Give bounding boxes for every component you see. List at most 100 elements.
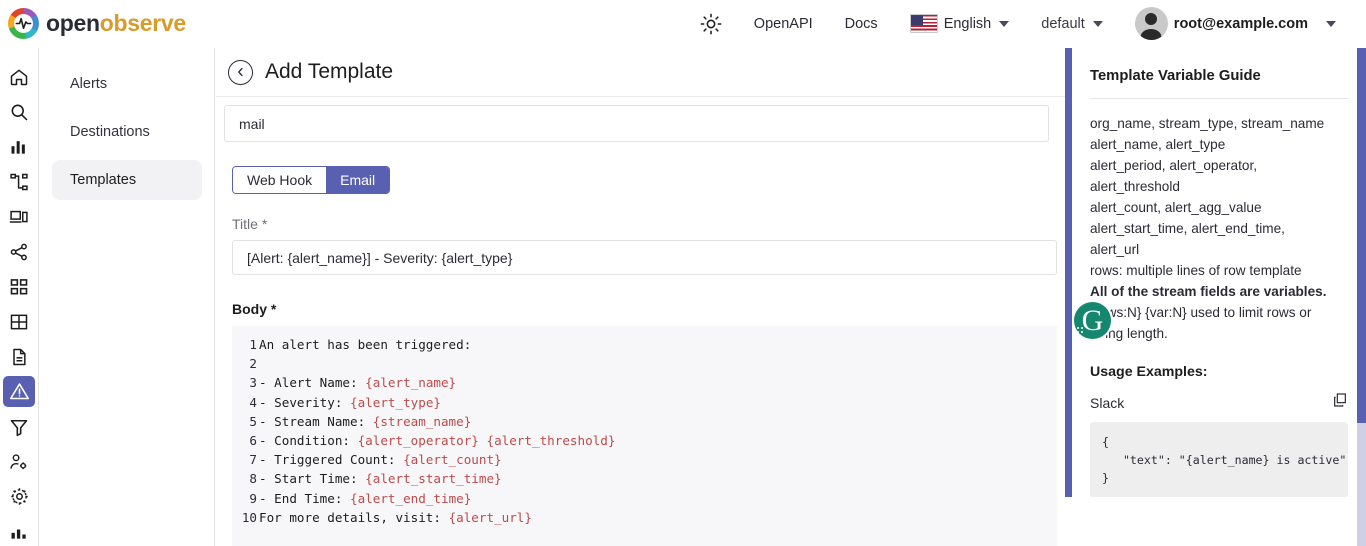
code-line: 7- Triggered Count: {alert_count} — [232, 450, 1057, 469]
guide-line: All of the stream fields are variables. — [1090, 284, 1327, 299]
code-line: 9- End Time: {alert_end_time} — [232, 489, 1057, 508]
theme-toggle-button[interactable] — [684, 0, 738, 48]
code-text: An alert has been triggered: — [259, 337, 472, 352]
guide-line: string length. — [1090, 326, 1168, 341]
openapi-link[interactable]: OpenAPI — [738, 0, 829, 48]
template-form: mail Web Hook Email Title * [Alert: {ale… — [216, 97, 1065, 546]
guide-heading: Template Variable Guide — [1090, 68, 1261, 84]
organization-label: default — [1041, 15, 1085, 32]
code-variable: {alert_operator} — [357, 433, 479, 449]
subnav-item-templates[interactable]: Templates — [52, 160, 202, 200]
scrollbar-thumb[interactable] — [1357, 48, 1366, 423]
copy-icon[interactable] — [1332, 392, 1348, 413]
sidebar-item-search[interactable] — [3, 96, 35, 127]
body-code-editor[interactable]: 1 An alert has been triggered: 2 3- Alert N… — [232, 326, 1057, 546]
users-settings-icon — [10, 453, 27, 469]
code-line-number: 8 — [249, 471, 257, 487]
code-line-number: 4 — [249, 394, 257, 410]
code-line-number: 1 — [249, 337, 257, 352]
code-text: - Condition: — [259, 433, 358, 449]
rum-devices-icon — [9, 210, 28, 223]
back-button[interactable] — [228, 59, 253, 85]
logo-text-observe: observe — [99, 10, 186, 36]
template-type-toggle: Web Hook Email — [232, 166, 391, 194]
sidebar-item-pipelines[interactable] — [3, 166, 35, 197]
alerts-warning-icon — [9, 383, 29, 400]
logs-document-icon — [13, 348, 26, 365]
user-email-label: root@example.com — [1173, 15, 1308, 32]
chevron-left-icon — [237, 67, 243, 77]
guide-line: alert_name, alert_type — [1090, 137, 1226, 152]
code-line: 10 For more details, visit: {alert_url} — [232, 508, 1057, 527]
body-field-label: Body * — [232, 301, 277, 317]
sidebar-item-users[interactable] — [3, 446, 35, 477]
sidebar-item-usage[interactable] — [3, 516, 35, 546]
sidebar-item-functions[interactable] — [3, 411, 35, 442]
app-logo[interactable]: openobserve — [8, 8, 186, 39]
main-content: Add Template mail Web Hook Email Title *… — [216, 48, 1366, 546]
code-text: - Alert Name: — [259, 375, 366, 391]
code-text: - Start Time: — [259, 471, 366, 487]
code-text: - End Time: — [259, 490, 350, 506]
title-input[interactable]: [Alert: {alert_name}] - Severity: {alert… — [232, 240, 1057, 275]
code-line-number: 3 — [249, 375, 257, 391]
guide-line: alert_period, alert_operator, — [1090, 158, 1258, 173]
usage-chart-icon — [11, 529, 26, 539]
subnav-item-destinations[interactable]: Destinations — [52, 112, 202, 152]
sidebar-item-streams[interactable] — [3, 306, 35, 337]
user-menu[interactable]: root@example.com — [1119, 0, 1352, 48]
chevron-down-icon — [1092, 20, 1103, 27]
dashboards-grid-icon — [10, 278, 28, 294]
code-line: 4- Severity: {alert_type} — [232, 393, 1057, 412]
sidebar-item-rum[interactable] — [3, 201, 35, 232]
us-flag-icon — [909, 14, 938, 33]
grammarly-icon[interactable]: G — [1074, 302, 1111, 339]
sidebar-item-logs[interactable] — [3, 341, 35, 372]
search-icon — [11, 104, 28, 120]
guide-line: alert_threshold — [1090, 179, 1180, 194]
slack-label: Slack — [1090, 394, 1125, 411]
slack-example-row: Slack — [1090, 392, 1348, 413]
sidebar-item-traces[interactable] — [3, 236, 35, 267]
functions-filter-icon — [10, 419, 28, 436]
chevron-down-icon — [999, 20, 1010, 27]
gear-settings-icon — [10, 488, 28, 505]
organization-selector[interactable]: default — [1025, 0, 1119, 48]
template-name-input[interactable]: mail — [224, 105, 1049, 142]
title-field-label: Title * — [232, 216, 268, 232]
code-text: - Severity: — [259, 394, 350, 410]
sidebar-item-metrics[interactable] — [3, 131, 35, 162]
code-text: - Stream Name: — [259, 413, 373, 429]
avatar — [1134, 7, 1168, 40]
scrollbar-track[interactable] — [1357, 423, 1366, 546]
sidebar-item-home[interactable] — [3, 61, 35, 92]
guide-line: {rows:N} {var:N} used to limit rows or — [1090, 305, 1312, 320]
sidebar-item-alerts[interactable] — [3, 376, 35, 407]
pipelines-icon — [10, 173, 28, 190]
code-variable: {alert_url} — [448, 509, 532, 525]
code-variable: {alert_end_time} — [350, 490, 472, 506]
code-line: 3- Alert Name: {alert_name} — [232, 373, 1057, 392]
docs-link[interactable]: Docs — [829, 0, 894, 48]
code-variable: {stream_name} — [372, 413, 472, 429]
sidebar-item-settings[interactable] — [3, 481, 35, 512]
sidebar-item-dashboards[interactable] — [3, 271, 35, 302]
guide-line: alert_count, alert_agg_value — [1090, 200, 1262, 215]
language-label: English — [943, 15, 992, 32]
code-variable: {alert_threshold} — [486, 433, 616, 449]
code-variable: {alert_start_time} — [365, 471, 502, 487]
template-type-toggle-row: Web Hook Email — [224, 166, 1055, 194]
type-option-email[interactable]: Email — [326, 167, 390, 193]
code-line: 6- Condition: {alert_operator} {alert_th… — [232, 431, 1057, 450]
page-scrollbar[interactable] — [1357, 48, 1366, 546]
language-selector[interactable]: English — [894, 0, 1026, 48]
code-line-number: 2 — [249, 356, 257, 372]
guide-line: rows: multiple lines of row template — [1090, 263, 1302, 278]
streams-table-icon — [10, 314, 28, 329]
chevron-down-icon — [1326, 20, 1336, 27]
subnav-item-alerts[interactable]: Alerts — [52, 64, 202, 104]
page-title: Add Template — [265, 60, 394, 83]
usage-examples-heading: Usage Examples: — [1090, 364, 1208, 380]
type-option-webhook[interactable]: Web Hook — [233, 167, 327, 193]
